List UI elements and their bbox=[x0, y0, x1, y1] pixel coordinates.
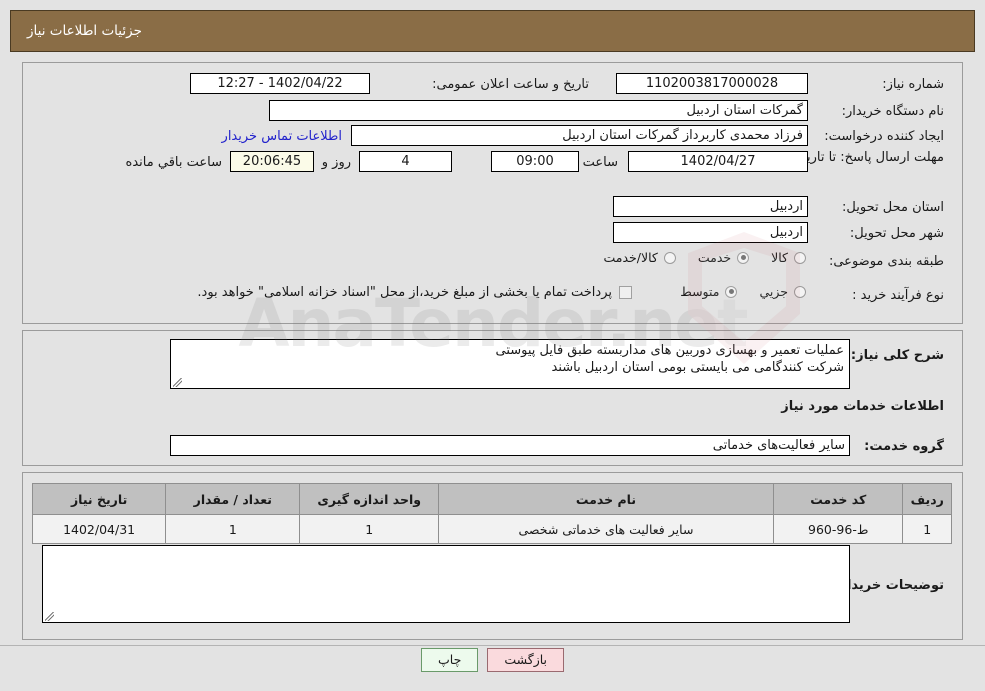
delivery-province-label: استان محل تحویل: bbox=[842, 200, 944, 215]
buyer-org-label: نام دستگاه خریدار: bbox=[841, 104, 944, 119]
deadline-label: مهلت ارسال پاسخ: تا تاریخ: bbox=[794, 150, 944, 165]
radio-category-goods[interactable]: کالا bbox=[771, 250, 806, 265]
radio-process-medium-label: متوسط bbox=[680, 284, 720, 299]
service-group-field[interactable]: سایر فعالیت‌های خدماتی bbox=[170, 435, 850, 456]
subject-category-radio-group: کالا خدمت کالا/خدمت bbox=[581, 250, 806, 265]
deadline-time-label: ساعت bbox=[582, 155, 618, 170]
table-header-row: ردیف کد خدمت نام خدمت واحد اندازه گیری ت… bbox=[31, 483, 952, 515]
th-service-name: نام خدمت bbox=[437, 483, 774, 515]
public-announce-label: تاریخ و ساعت اعلان عمومی: bbox=[432, 77, 589, 92]
cell-row-number: 1 bbox=[902, 514, 952, 544]
treasury-bond-checkbox-row[interactable]: پرداخت تمام یا بخشی از مبلغ خرید،از محل … bbox=[197, 285, 632, 300]
public-announce-field[interactable]: 1402/04/22 - 12:27 bbox=[190, 73, 370, 94]
need-description-panel: شرح کلی نیاز: عملیات تعمیر و بهسازی دورب… bbox=[22, 330, 963, 466]
request-creator-field[interactable]: فرزاد محمدی کاربرداز گمرکات استان اردبیل bbox=[351, 125, 808, 146]
buyer-org-field[interactable]: گمرکات استان اردبیل bbox=[269, 100, 808, 121]
deadline-time-field[interactable]: 09:00 bbox=[491, 151, 579, 172]
radio-process-minor-label: جزیي bbox=[759, 284, 788, 299]
radio-dot-icon bbox=[794, 251, 806, 264]
cell-need-date: 1402/04/31 bbox=[31, 514, 167, 544]
required-services-heading: اطلاعات خدمات مورد نیاز bbox=[781, 399, 944, 414]
buyer-notes-label: توضیحات خریدار: bbox=[834, 578, 944, 593]
th-unit: واحد اندازه گیری bbox=[299, 483, 439, 515]
cell-quantity: 1 bbox=[165, 514, 301, 544]
countdown-suffix-label: ساعت باقي مانده bbox=[125, 155, 222, 170]
days-unit-label: روز و bbox=[321, 155, 351, 170]
page-root: جزئیات اطلاعات نیاز شماره نیاز: 11020038… bbox=[0, 0, 985, 691]
radio-category-service[interactable]: خدمت bbox=[697, 250, 750, 265]
print-button[interactable]: چاپ bbox=[421, 648, 479, 672]
radio-dot-icon bbox=[663, 251, 676, 264]
need-summary-panel: شماره نیاز: 1102003817000028 تاریخ و ساع… bbox=[22, 62, 963, 324]
process-type-label: نوع فرآیند خرید : bbox=[852, 288, 944, 303]
cell-service-code: ط-96-960 bbox=[772, 514, 904, 544]
radio-category-goods-label: کالا bbox=[771, 250, 788, 265]
treasury-bond-note: پرداخت تمام یا بخشی از مبلغ خرید،از محل … bbox=[197, 285, 612, 300]
general-description-textarea[interactable]: عملیات تعمیر و بهسازی دوربین های مداربست… bbox=[170, 339, 850, 389]
radio-dot-icon bbox=[737, 251, 750, 264]
service-group-label: گروه خدمت: bbox=[864, 439, 944, 454]
days-remaining-field[interactable]: 4 bbox=[359, 151, 452, 172]
countdown-field[interactable]: 20:06:45 bbox=[230, 151, 314, 172]
buyer-notes-textarea[interactable] bbox=[42, 545, 850, 623]
need-number-field[interactable]: 1102003817000028 bbox=[616, 73, 808, 94]
request-creator-label: ایجاد کننده درخواست: bbox=[824, 129, 944, 144]
radio-category-service-label: خدمت bbox=[697, 250, 732, 265]
th-row-number: ردیف bbox=[902, 483, 952, 515]
radio-process-minor[interactable]: جزیي bbox=[759, 284, 806, 299]
back-button[interactable]: بازگشت bbox=[487, 648, 565, 672]
buyer-contact-link[interactable]: اطلاعات تماس خریدار bbox=[222, 129, 342, 144]
cell-service-name: سایر فعالیت های خدماتی شخصی bbox=[437, 514, 774, 544]
service-items-panel: ردیف کد خدمت نام خدمت واحد اندازه گیری ت… bbox=[22, 472, 963, 640]
th-service-code: کد خدمت bbox=[772, 483, 904, 515]
table-row[interactable]: 1 ط-96-960 سایر فعالیت های خدماتی شخصی 1… bbox=[31, 514, 952, 544]
th-quantity: تعداد / مقدار bbox=[165, 483, 301, 515]
checkbox-icon[interactable] bbox=[619, 286, 632, 299]
th-need-date: تاریخ نیاز bbox=[31, 483, 167, 515]
radio-process-medium[interactable]: متوسط bbox=[680, 284, 738, 299]
radio-category-goods-service-label: کالا/خدمت bbox=[603, 250, 658, 265]
radio-category-goods-service[interactable]: کالا/خدمت bbox=[603, 250, 676, 265]
process-type-radio-group: جزیي متوسط bbox=[658, 284, 806, 299]
service-items-table: ردیف کد خدمت نام خدمت واحد اندازه گیری ت… bbox=[31, 483, 952, 544]
delivery-city-field[interactable]: اردبیل bbox=[613, 222, 808, 243]
radio-dot-icon bbox=[794, 285, 806, 298]
page-title: جزئیات اطلاعات نیاز bbox=[27, 23, 142, 39]
general-description-label: شرح کلی نیاز: bbox=[850, 348, 944, 363]
need-number-label: شماره نیاز: bbox=[882, 77, 944, 92]
cell-unit: 1 bbox=[299, 514, 439, 544]
page-header: جزئیات اطلاعات نیاز bbox=[10, 10, 975, 52]
footer-divider bbox=[0, 645, 985, 646]
delivery-province-field[interactable]: اردبیل bbox=[613, 196, 808, 217]
delivery-city-label: شهر محل تحویل: bbox=[849, 226, 944, 241]
footer-button-row: بازگشت چاپ bbox=[0, 648, 985, 672]
radio-dot-icon bbox=[725, 285, 738, 298]
subject-category-label: طبقه بندی موضوعی: bbox=[828, 254, 944, 269]
deadline-date-field[interactable]: 1402/04/27 bbox=[628, 151, 808, 172]
